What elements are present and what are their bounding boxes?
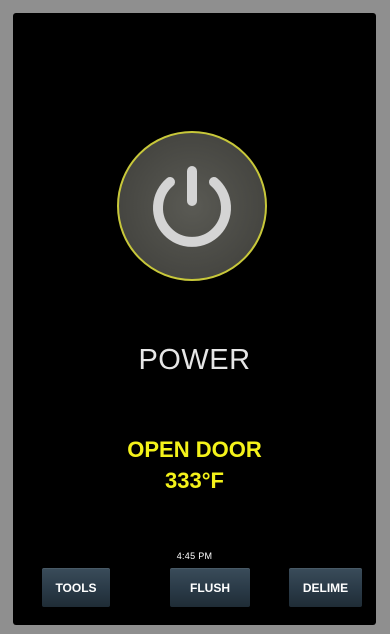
flush-button-label: FLUSH	[190, 580, 230, 595]
delime-button-label: DELIME	[302, 580, 349, 595]
door-status: OPEN DOOR	[127, 437, 262, 462]
tools-button-label: TOOLS	[55, 580, 97, 595]
tools-button[interactable]: TOOLS	[42, 568, 110, 607]
power-icon	[153, 166, 231, 247]
power-button[interactable]	[117, 131, 267, 281]
temperature-readout: 333°F	[165, 468, 224, 493]
clock: 4:45 PM	[176, 551, 213, 561]
oven-control-screen: POWER OPEN DOOR 333°F 4:45 PM TOOLS FLUS…	[13, 13, 376, 625]
power-label: POWER	[138, 344, 251, 376]
delime-button[interactable]: DELIME	[289, 568, 362, 607]
flush-button[interactable]: FLUSH	[170, 568, 250, 607]
